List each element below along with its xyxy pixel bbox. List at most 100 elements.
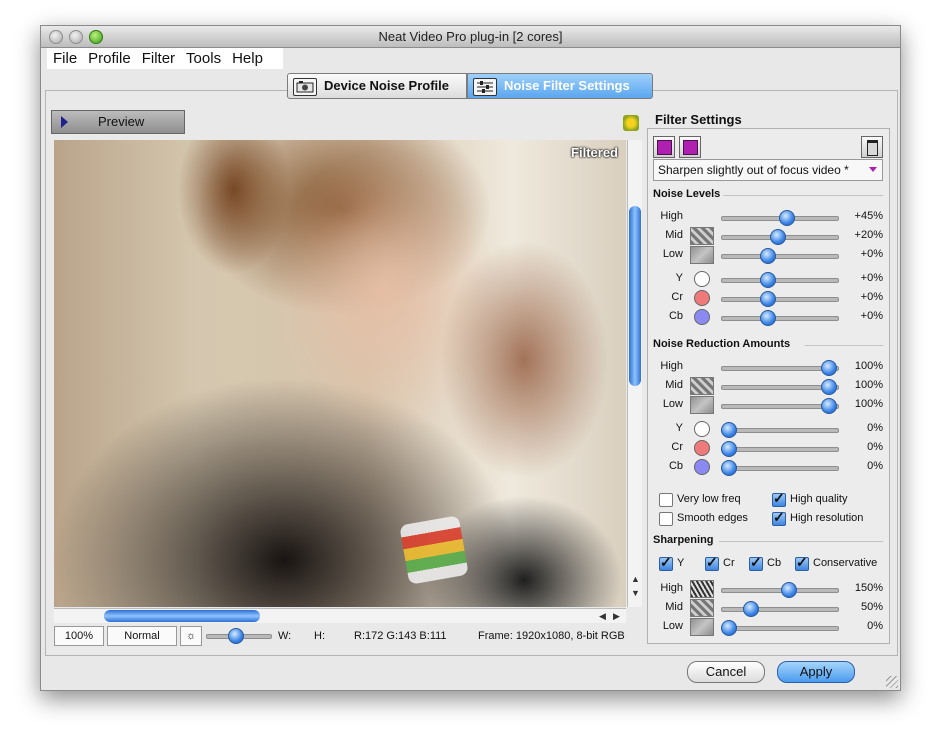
slider-knob[interactable] <box>820 379 837 395</box>
title-bar: Neat Video Pro plug-in [2 cores] <box>41 26 900 48</box>
slider-value: +0% <box>860 291 883 303</box>
row-label: Cb <box>668 310 683 322</box>
row-label: High <box>660 582 683 594</box>
noise-pattern-swatch <box>690 599 714 617</box>
conservative-checkbox[interactable] <box>795 554 809 571</box>
smooth-edges-label: Smooth edges <box>677 512 748 524</box>
slider-knob[interactable] <box>820 398 837 414</box>
cancel-button[interactable]: Cancel <box>687 661 765 683</box>
noise-levels-heading: Noise Levels <box>653 188 721 200</box>
slider-knob[interactable] <box>720 460 737 476</box>
slider-track[interactable] <box>721 254 839 259</box>
scroll-right-arrow-icon[interactable]: ▶ <box>613 611 620 622</box>
slider-knob[interactable] <box>720 422 737 438</box>
slider-track[interactable] <box>721 297 839 302</box>
scroll-left-arrow-icon[interactable]: ◀ <box>599 611 606 622</box>
slider-track[interactable] <box>721 447 839 452</box>
sharpen-y-label: Y <box>677 557 685 569</box>
brightness-slider-knob[interactable] <box>227 628 244 644</box>
horizontal-scrollbar[interactable]: ◀ ▶ <box>54 608 626 623</box>
cr-color-swatch <box>694 290 710 306</box>
row-label: Cb <box>668 460 683 472</box>
row-label: Mid <box>665 379 683 391</box>
row-label: Low <box>662 248 683 260</box>
save-as-preset-button[interactable] <box>679 136 701 158</box>
menu-file[interactable]: File <box>47 48 82 69</box>
menu-filter[interactable]: Filter <box>136 48 180 69</box>
slider-knob[interactable] <box>820 360 837 376</box>
tab-device-noise-profile[interactable]: Device Noise Profile <box>287 73 467 99</box>
delete-preset-button[interactable] <box>861 136 883 158</box>
cr-color-swatch <box>694 440 710 456</box>
slider-track[interactable] <box>721 316 839 321</box>
cb-color-swatch <box>694 459 710 475</box>
tab-filter-label: Noise Filter Settings <box>504 78 630 93</box>
slider-value: 100% <box>854 360 883 372</box>
save-preset-button[interactable] <box>653 136 675 158</box>
slider-track[interactable] <box>721 588 839 593</box>
slider-value: +45% <box>854 210 883 222</box>
slider-track[interactable] <box>721 466 839 471</box>
display-mode-field[interactable]: Normal <box>107 626 177 646</box>
play-icon <box>61 116 68 128</box>
y-color-swatch <box>694 421 710 437</box>
menu-bar: File Profile Filter Tools Help <box>47 48 283 69</box>
scroll-down-arrow-icon[interactable]: ▼ <box>631 588 640 598</box>
vertical-scrollbar[interactable]: ▲ ▼ <box>627 140 642 607</box>
plugin-window: Neat Video Pro plug-in [2 cores] File Pro… <box>40 25 901 691</box>
slider-value: 0% <box>867 620 883 632</box>
menu-help[interactable]: Help <box>226 48 268 69</box>
slider-track[interactable] <box>721 428 839 433</box>
divider <box>723 195 883 196</box>
sliders-icon <box>473 78 497 96</box>
high-quality-checkbox[interactable] <box>772 490 786 507</box>
sharpen-y-checkbox[interactable] <box>659 554 673 571</box>
sharpen-cb-checkbox[interactable] <box>749 554 763 571</box>
slider-knob[interactable] <box>769 229 786 245</box>
slider-knob[interactable] <box>720 441 737 457</box>
brightness-icon[interactable]: ☼ <box>180 626 202 646</box>
scroll-up-arrow-icon[interactable]: ▲ <box>631 574 640 584</box>
sharpen-cb-label: Cb <box>767 557 782 569</box>
slider-track[interactable] <box>721 278 839 283</box>
height-label: H: <box>314 630 325 642</box>
vertical-scroll-thumb[interactable] <box>629 206 641 386</box>
resize-grip-icon[interactable] <box>886 676 898 688</box>
preset-dropdown[interactable]: Sharpen slightly out of focus video * <box>653 159 883 181</box>
slider-value: 0% <box>867 422 883 434</box>
slider-knob[interactable] <box>720 620 737 636</box>
menu-tools[interactable]: Tools <box>180 48 226 69</box>
zoom-field[interactable]: 100% <box>54 626 104 646</box>
slider-knob[interactable] <box>778 210 795 226</box>
apply-button[interactable]: Apply <box>777 661 855 683</box>
noise-pattern-swatch <box>690 377 714 395</box>
slider-track[interactable] <box>721 626 839 631</box>
smooth-edges-checkbox[interactable] <box>659 512 673 526</box>
sharpening-heading: Sharpening <box>653 534 714 546</box>
sharpen-cr-checkbox[interactable] <box>705 554 719 571</box>
preview-button-label: Preview <box>98 114 145 129</box>
flower-icon[interactable] <box>623 115 639 131</box>
sharpen-cr-label: Cr <box>723 557 735 569</box>
slider-value: 150% <box>854 582 883 594</box>
row-label: High <box>660 360 683 372</box>
divider <box>719 541 883 542</box>
slider-value: +0% <box>860 248 883 260</box>
row-label: Mid <box>665 229 683 241</box>
chevron-down-icon <box>869 167 877 172</box>
tab-noise-filter-settings[interactable]: Noise Filter Settings <box>467 73 653 99</box>
preview-button[interactable]: Preview <box>51 110 185 134</box>
preview-image[interactable]: Filtered <box>54 140 626 607</box>
cb-color-swatch <box>694 309 710 325</box>
very-low-freq-checkbox[interactable] <box>659 493 673 507</box>
slider-track[interactable] <box>721 607 839 612</box>
menu-profile[interactable]: Profile <box>82 48 136 69</box>
divider <box>805 345 883 346</box>
trash-icon <box>867 140 878 156</box>
slider-knob[interactable] <box>743 601 759 617</box>
noise-pattern-swatch <box>690 227 714 245</box>
row-label: Cr <box>671 441 683 453</box>
horizontal-scroll-thumb[interactable] <box>104 610 260 622</box>
high-resolution-checkbox[interactable] <box>772 509 786 526</box>
filter-settings-title: Filter Settings <box>655 112 742 127</box>
